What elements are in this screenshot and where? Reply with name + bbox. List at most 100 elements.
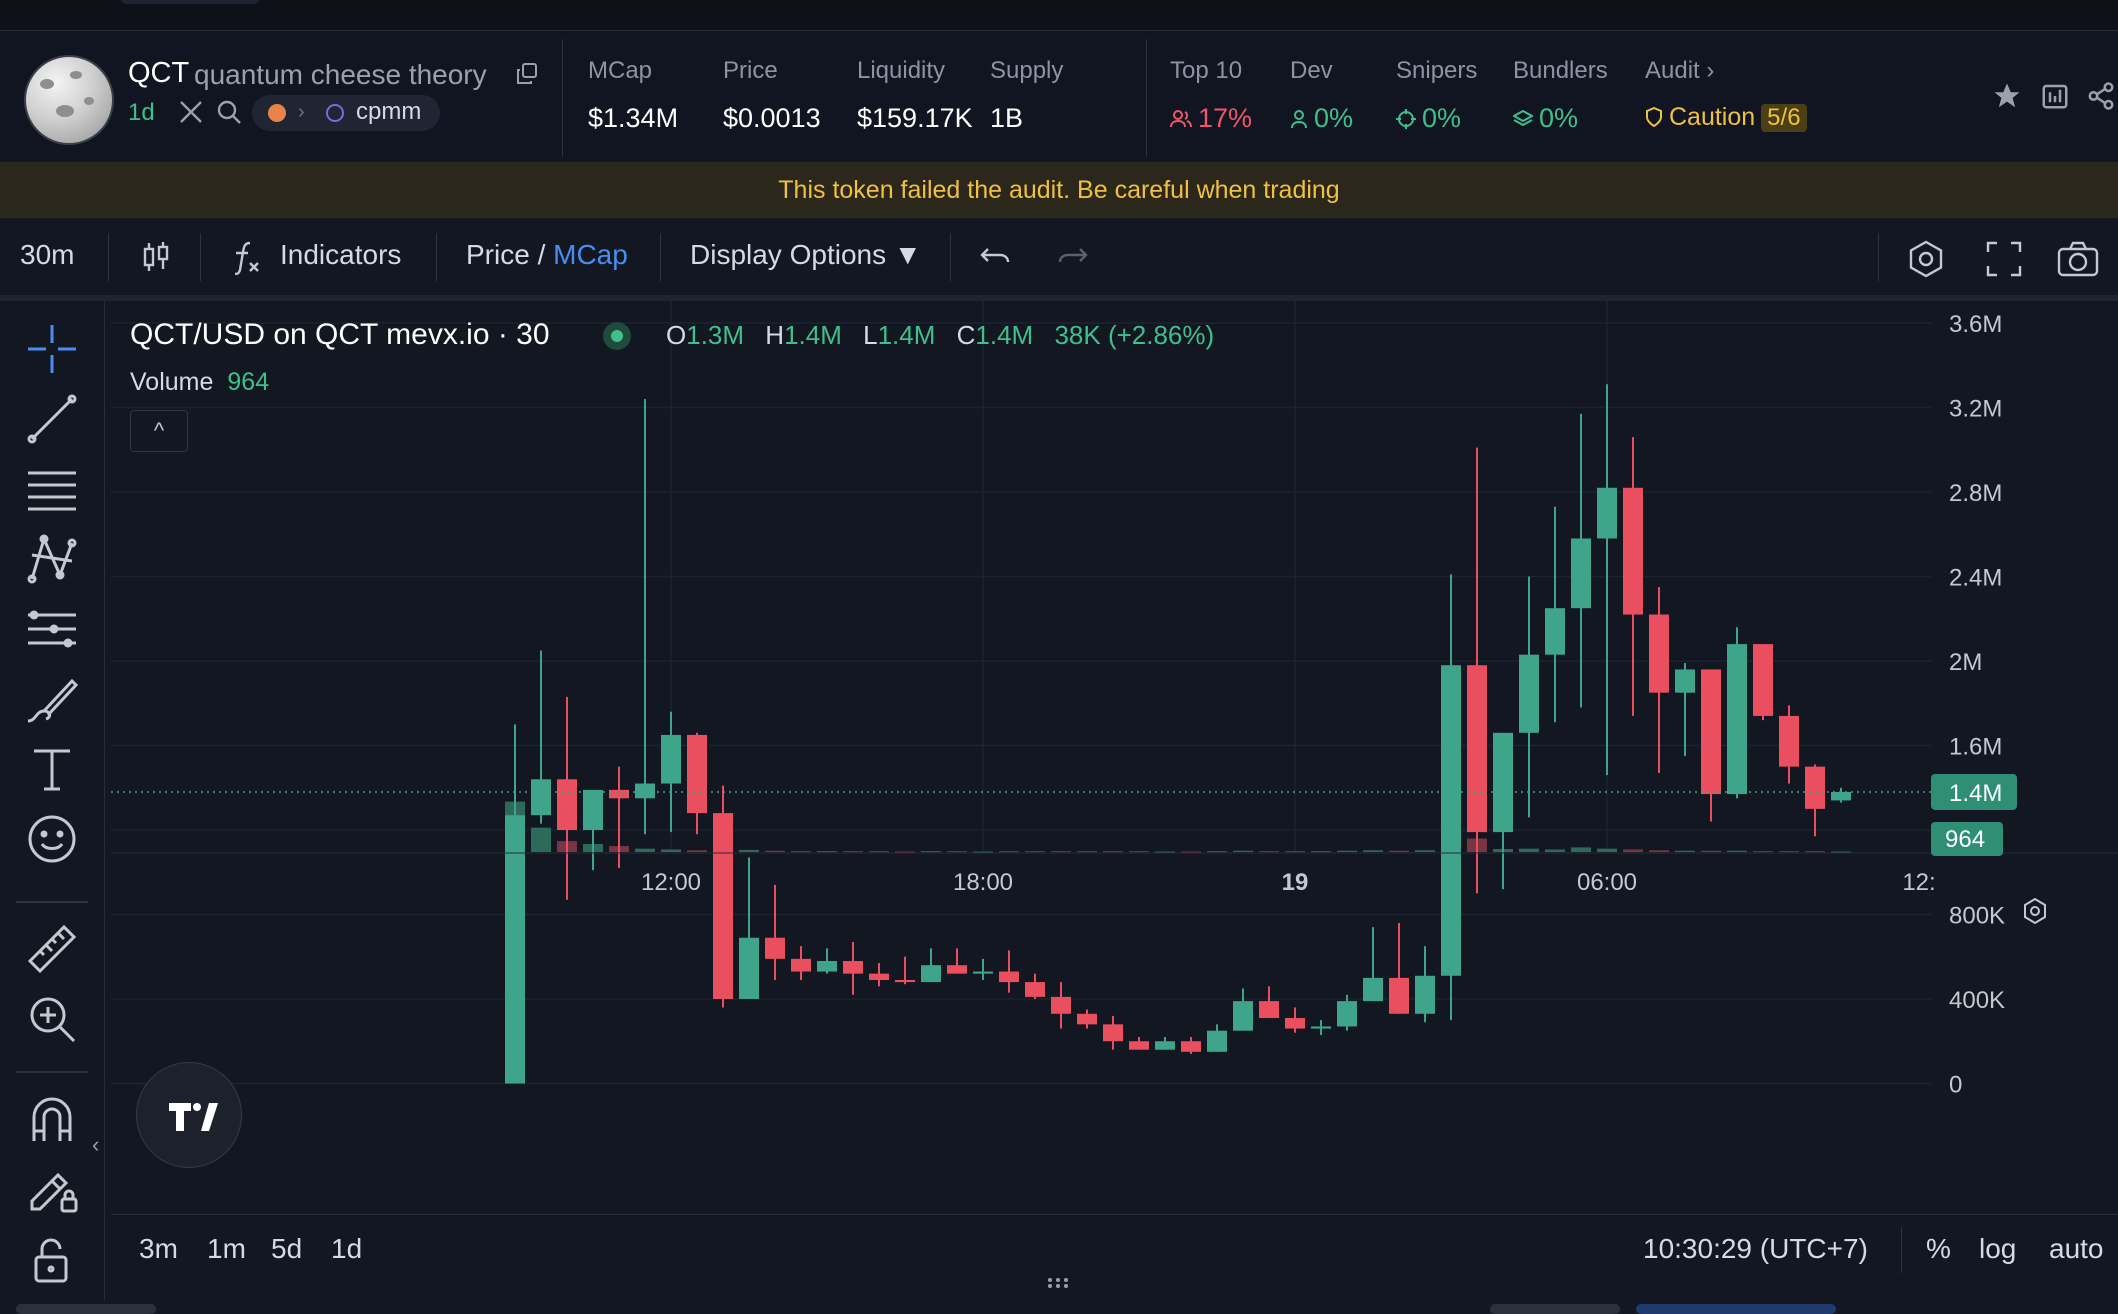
clock-time[interactable]: 10:30:29 (UTC+7) bbox=[1643, 1233, 1868, 1265]
candle-body bbox=[973, 971, 993, 974]
x-twitter-icon[interactable] bbox=[178, 99, 204, 125]
settings-icon[interactable] bbox=[1906, 239, 1946, 279]
y-tick-label: 3.6M bbox=[1949, 311, 2002, 338]
candle-style-icon[interactable] bbox=[138, 239, 174, 275]
undo-icon[interactable] bbox=[978, 239, 1014, 275]
pattern-icon[interactable] bbox=[24, 531, 80, 587]
tab-peek[interactable] bbox=[1636, 1304, 1836, 1314]
candle-body bbox=[1831, 791, 1851, 801]
stat-value: $0.0013 bbox=[723, 103, 821, 133]
token-avatar[interactable] bbox=[24, 55, 114, 145]
close-label: C bbox=[956, 320, 976, 350]
volume-bar bbox=[531, 827, 551, 852]
axis-settings-icon[interactable] bbox=[2024, 897, 2046, 925]
draw-lock-icon[interactable] bbox=[24, 1161, 80, 1217]
share-icon[interactable] bbox=[2086, 81, 2116, 111]
chart-compare-icon[interactable] bbox=[2040, 81, 2070, 111]
volume-bar bbox=[1051, 851, 1071, 853]
candle-body bbox=[1259, 1001, 1279, 1019]
mcap-option[interactable]: MCap bbox=[553, 239, 628, 270]
fib-retracement-icon[interactable] bbox=[24, 461, 80, 517]
y-tick-label: 800K bbox=[1949, 903, 2005, 930]
redo-icon[interactable] bbox=[1054, 239, 1090, 275]
stat-value: 0% bbox=[1290, 103, 1353, 134]
volume-bar bbox=[687, 850, 707, 852]
text-icon[interactable] bbox=[24, 741, 80, 797]
candlestick-chart[interactable]: 3.6M3.2M2.8M2.4M2M1.6M1.2M800K400K01.4M9… bbox=[111, 301, 2118, 1214]
range-5d[interactable]: 5d bbox=[271, 1233, 302, 1265]
stat-mcap: MCap $1.34M bbox=[588, 57, 678, 134]
high-label: H bbox=[765, 320, 785, 350]
percent-scale-toggle[interactable]: % bbox=[1926, 1233, 1951, 1265]
candle-body bbox=[1103, 1024, 1123, 1042]
candle-body bbox=[531, 779, 551, 816]
lock-icon[interactable] bbox=[24, 1231, 80, 1287]
tool-divider bbox=[16, 1071, 88, 1073]
volume-bar bbox=[1415, 850, 1435, 852]
candle-body bbox=[687, 734, 707, 814]
resize-handle-icon[interactable] bbox=[1046, 1276, 1070, 1288]
volume-bar bbox=[1831, 851, 1851, 853]
volume-legend: Volume 964 bbox=[130, 368, 269, 397]
pool-type: cpmm bbox=[356, 98, 422, 125]
zoom-in-icon[interactable] bbox=[24, 991, 80, 1047]
range-3m[interactable]: 3m bbox=[139, 1233, 178, 1265]
x-tick-label: 12:00 bbox=[641, 869, 701, 896]
display-options-button[interactable]: Display Options ▼ bbox=[690, 239, 922, 271]
stat-top10: Top 10 17% bbox=[1170, 57, 1252, 134]
volume-bar bbox=[1025, 851, 1045, 853]
candle-body bbox=[1805, 766, 1825, 809]
volume-bar bbox=[1389, 850, 1409, 852]
collapse-legend-button[interactable]: ^ bbox=[130, 410, 188, 452]
indicators-button[interactable]: Indicators bbox=[280, 239, 401, 271]
brush-icon[interactable] bbox=[24, 671, 80, 727]
chevron-right-icon: › bbox=[1706, 57, 1715, 84]
range-1m[interactable]: 1m bbox=[207, 1233, 246, 1265]
toolbar-divider bbox=[660, 233, 661, 281]
candle-body bbox=[843, 960, 863, 974]
function-icon[interactable] bbox=[230, 239, 266, 276]
fullscreen-icon[interactable] bbox=[1984, 239, 2024, 279]
trend-line-icon[interactable] bbox=[24, 391, 80, 447]
candle-body bbox=[713, 813, 733, 999]
camera-icon[interactable] bbox=[2056, 239, 2100, 279]
candle-body bbox=[1571, 538, 1591, 609]
stat-dev: Dev 0% bbox=[1290, 57, 1353, 134]
candle-body bbox=[1129, 1041, 1149, 1050]
tab-peek[interactable] bbox=[16, 1304, 156, 1314]
token-symbol: QCT bbox=[128, 57, 190, 89]
candle-body bbox=[661, 734, 681, 784]
stat-audit[interactable]: Audit › Caution 5/6 bbox=[1645, 57, 1807, 132]
tool-divider bbox=[16, 901, 88, 903]
search-icon[interactable] bbox=[216, 99, 242, 125]
volume-bar bbox=[1805, 851, 1825, 853]
crosshair-icon[interactable] bbox=[24, 321, 80, 377]
volume-bar bbox=[869, 851, 889, 853]
star-icon[interactable] bbox=[1992, 81, 2022, 111]
candle-body bbox=[765, 937, 785, 959]
ruler-icon[interactable] bbox=[24, 921, 80, 977]
forecast-icon[interactable] bbox=[24, 601, 80, 657]
log-scale-toggle[interactable]: log bbox=[1979, 1233, 2016, 1265]
stat-label: Snipers bbox=[1396, 57, 1478, 84]
emoji-icon[interactable] bbox=[24, 811, 80, 867]
collapse-toolbar-icon[interactable]: ‹ bbox=[92, 1132, 110, 1172]
candle-body bbox=[999, 971, 1019, 983]
tradingview-logo[interactable] bbox=[136, 1062, 242, 1168]
auto-scale-toggle[interactable]: auto bbox=[2049, 1233, 2104, 1265]
candle-body bbox=[1051, 996, 1071, 1014]
magnet-icon[interactable] bbox=[24, 1091, 80, 1147]
chart-bottom-bar: 3m 1m 5d 1d 10:30:29 (UTC+7) % log auto bbox=[111, 1214, 2118, 1291]
range-1d[interactable]: 1d bbox=[331, 1233, 362, 1265]
price-option[interactable]: Price bbox=[466, 239, 530, 270]
copy-icon[interactable] bbox=[516, 63, 538, 85]
ohlc-readout: O1.3M H1.4M L1.4M C1.4M 38K (+2.86%) bbox=[666, 320, 1228, 351]
stat-label: Top 10 bbox=[1170, 57, 1243, 84]
volume-bar bbox=[843, 851, 863, 853]
interval-button[interactable]: 30m bbox=[20, 239, 74, 271]
price-mcap-toggle[interactable]: Price / MCap bbox=[466, 239, 628, 271]
stat-value: Caution 5/6 bbox=[1645, 103, 1807, 132]
candle-body bbox=[1493, 732, 1513, 833]
dex-pool-pill[interactable]: › cpmm bbox=[252, 95, 440, 131]
tab-peek[interactable] bbox=[1490, 1304, 1620, 1314]
